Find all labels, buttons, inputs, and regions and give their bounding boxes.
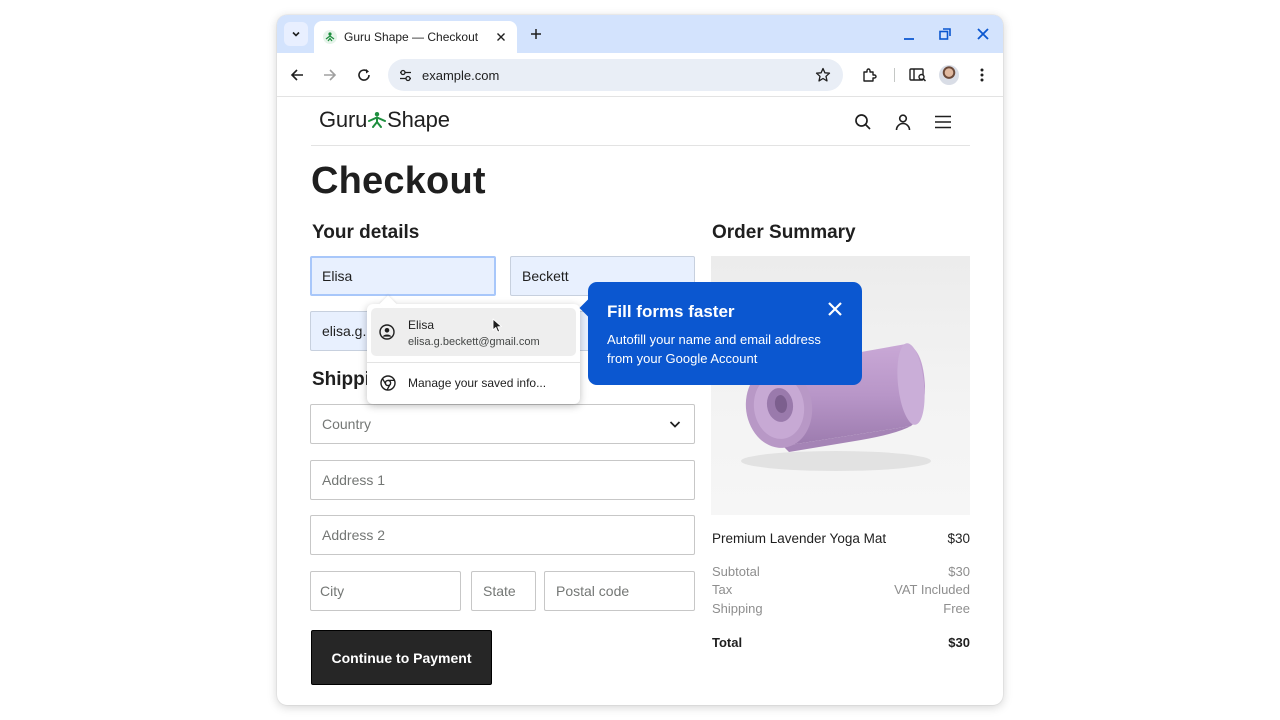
url-text: example.com: [422, 67, 500, 83]
autofill-suggestion[interactable]: Elisa elisa.g.beckett@gmail.com: [371, 308, 576, 356]
restore-button[interactable]: [935, 24, 955, 44]
minimize-icon: [904, 38, 914, 40]
address1-placeholder: Address 1: [322, 472, 386, 488]
menu-icon: [935, 115, 951, 129]
active-tab[interactable]: Guru Shape — Checkout: [314, 21, 517, 53]
person-circle-icon: [379, 324, 395, 340]
country-select[interactable]: Country: [310, 404, 695, 444]
tab-close-button[interactable]: [493, 29, 509, 45]
site-search-button[interactable]: [853, 112, 873, 132]
new-tab-button[interactable]: [527, 25, 545, 43]
site-settings-icon[interactable]: [398, 68, 413, 83]
close-window-button[interactable]: [973, 24, 993, 44]
last-name-value: Beckett: [522, 268, 569, 284]
logo-text-left: Guru: [319, 107, 368, 132]
bubble-title: Fill forms faster: [607, 302, 735, 321]
city-field[interactable]: City: [310, 571, 461, 611]
restore-icon: [939, 28, 951, 40]
dropdown-divider: [367, 362, 580, 363]
subtotal-row: Subtotal $30: [712, 564, 970, 579]
extensions-icon: [863, 68, 877, 82]
first-name-value: Elisa: [322, 268, 353, 284]
state-placeholder: State: [483, 583, 516, 599]
chrome-icon: [380, 375, 396, 391]
reload-icon: [358, 69, 370, 81]
city-placeholder: City: [320, 583, 345, 599]
your-details-heading: Your details: [312, 222, 420, 243]
email-value: elisa.g.: [322, 323, 367, 339]
side-panel-button[interactable]: [908, 65, 928, 85]
address2-field[interactable]: Address 2: [310, 515, 695, 555]
browser-toolbar: example.com: [277, 53, 1003, 97]
autofill-dropdown: Elisa elisa.g.beckett@gmail.com Manage y…: [367, 295, 580, 404]
minimize-button[interactable]: [899, 24, 919, 44]
star-icon: [815, 67, 831, 82]
total-row: Total $30: [712, 635, 970, 650]
state-field[interactable]: State: [471, 571, 536, 611]
tab-title: Guru Shape — Checkout: [344, 30, 479, 44]
subtotal-value: $30: [948, 564, 970, 579]
site-favicon: [323, 30, 337, 44]
menu-button[interactable]: [933, 112, 953, 132]
close-icon: [977, 28, 989, 40]
first-name-field[interactable]: Elisa: [310, 256, 496, 296]
bookmark-button[interactable]: [813, 65, 833, 85]
shipping-label: Shipping: [712, 601, 763, 616]
extensions-button[interactable]: [859, 65, 879, 85]
address-bar[interactable]: example.com: [388, 59, 843, 91]
shipping-value: Free: [943, 601, 970, 616]
toolbar-divider: [894, 68, 895, 82]
product-row: Premium Lavender Yoga Mat $30: [712, 531, 970, 546]
bubble-body: Autofill your name and email address fro…: [607, 332, 821, 366]
chevron-down-icon: [669, 421, 681, 428]
total-label: Total: [712, 635, 743, 650]
close-icon[interactable]: [827, 301, 843, 317]
tab-strip: Guru Shape — Checkout: [277, 15, 1003, 53]
tax-row: Tax VAT Included: [712, 582, 970, 597]
account-icon: [895, 114, 911, 131]
tax-label: Tax: [712, 582, 733, 597]
postal-code-field[interactable]: Postal code: [544, 571, 695, 611]
suggestion-name: Elisa: [408, 318, 435, 332]
back-button[interactable]: [287, 65, 307, 85]
postal-placeholder: Postal code: [556, 583, 630, 599]
close-icon: [497, 33, 505, 41]
plus-icon: [531, 29, 541, 39]
fill-forms-faster-bubble: Fill forms faster Autofill your name and…: [579, 282, 862, 385]
product-name: Premium Lavender Yoga Mat: [712, 531, 887, 546]
browser-window: Guru Shape — Checkout example.com Guru S…: [277, 15, 1003, 705]
forward-button[interactable]: [320, 65, 340, 85]
manage-saved-info-link[interactable]: Manage your saved info...: [408, 376, 546, 390]
search-icon: [855, 114, 871, 130]
address1-field[interactable]: Address 1: [310, 460, 695, 500]
reload-button[interactable]: [354, 65, 374, 85]
more-button[interactable]: [972, 65, 992, 85]
forward-icon: [324, 69, 337, 81]
shipping-row: Shipping Free: [712, 601, 970, 616]
subtotal-label: Subtotal: [712, 564, 760, 579]
tax-value: VAT Included: [894, 582, 970, 597]
chevron-down-icon: [292, 31, 300, 37]
suggestion-email: elisa.g.beckett@gmail.com: [408, 336, 540, 348]
product-price: $30: [947, 531, 970, 546]
profile-avatar[interactable]: [939, 65, 959, 85]
logo-mark-icon: [368, 112, 387, 128]
account-button[interactable]: [893, 112, 913, 132]
site-header: Guru Shape: [311, 97, 970, 146]
logo-text-right: Shape: [387, 107, 450, 132]
more-icon: [980, 68, 984, 82]
total-value: $30: [948, 635, 970, 650]
continue-to-payment-button[interactable]: Continue to Payment: [311, 630, 492, 685]
cursor-icon: [492, 318, 502, 333]
tab-search-button[interactable]: [284, 22, 308, 46]
page-title: Checkout: [311, 160, 486, 202]
site-logo[interactable]: Guru Shape: [319, 107, 450, 133]
back-icon: [290, 69, 303, 81]
tab-search-sidepanel-icon: [909, 68, 927, 82]
order-summary-heading: Order Summary: [712, 222, 856, 243]
address2-placeholder: Address 2: [322, 527, 386, 543]
country-placeholder: Country: [322, 416, 372, 432]
